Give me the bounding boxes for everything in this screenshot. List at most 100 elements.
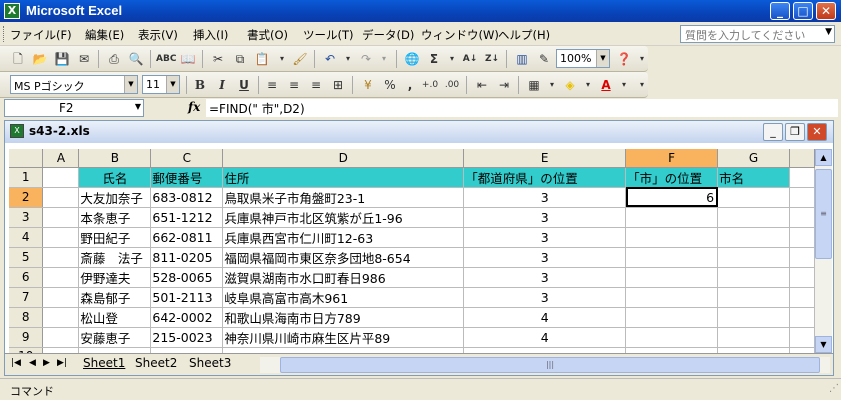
autosum-dropdown-icon[interactable]: ▾ <box>442 49 462 69</box>
cell-g2[interactable] <box>717 187 790 208</box>
toolbar-options-icon[interactable]: ▾ <box>632 49 652 69</box>
cell-g8[interactable] <box>717 307 790 328</box>
workbook-close-button[interactable]: ✕ <box>807 123 827 141</box>
cell-b2[interactable]: 大友加奈子 <box>78 187 152 208</box>
cell-c7[interactable]: 501-2113 <box>150 287 224 308</box>
scroll-up-icon[interactable]: ▲ <box>815 149 832 166</box>
cell-c8[interactable]: 642-0002 <box>150 307 224 328</box>
cell-a8[interactable] <box>42 307 80 328</box>
chevron-down-icon[interactable]: ▼ <box>124 76 137 93</box>
column-header-b[interactable]: B <box>78 149 152 168</box>
align-right-icon[interactable]: ≡ <box>306 75 326 95</box>
cell-a7[interactable] <box>42 287 80 308</box>
cell-g5[interactable] <box>717 247 790 268</box>
row-header[interactable]: 7 <box>9 287 44 308</box>
prev-sheet-icon[interactable]: ◀ <box>29 358 36 368</box>
percent-icon[interactable]: % <box>380 75 400 95</box>
fx-icon[interactable]: fx <box>188 100 200 114</box>
cell-c6[interactable]: 528-0065 <box>150 267 224 288</box>
help-icon[interactable]: ❓ <box>614 49 634 69</box>
format-painter-icon[interactable]: 🖌 <box>290 49 310 69</box>
cell-e8[interactable]: 4 <box>463 307 627 328</box>
sheet-tab-1[interactable]: Sheet1 <box>83 356 125 370</box>
align-left-icon[interactable]: ≡ <box>262 75 282 95</box>
chart-wizard-icon[interactable]: ▥ <box>512 49 532 69</box>
fill-color-icon[interactable]: ◈ <box>560 75 580 95</box>
borders-dropdown-icon[interactable]: ▾ <box>542 75 562 95</box>
cell-a3[interactable] <box>42 207 80 228</box>
cell-b3[interactable]: 本条恵子 <box>78 207 152 228</box>
paste-icon[interactable]: 📋 <box>252 49 272 69</box>
cell-f1[interactable]: 「市」の位置 <box>625 167 719 188</box>
chevron-down-icon[interactable]: ▼ <box>596 50 609 67</box>
fill-color-dropdown-icon[interactable]: ▾ <box>578 75 598 95</box>
menu-window[interactable]: ウィンドウ(W) <box>421 27 499 43</box>
cell-f4[interactable] <box>625 227 719 248</box>
cell-d1[interactable]: 住所 <box>222 167 465 188</box>
cell-b8[interactable]: 松山登 <box>78 307 152 328</box>
cell-c3[interactable]: 651-1212 <box>150 207 224 228</box>
redo-icon[interactable]: ↷ <box>356 49 376 69</box>
increase-decimal-icon[interactable]: +.0 <box>420 75 440 95</box>
last-sheet-icon[interactable]: ▶| <box>57 358 67 368</box>
cell-f5[interactable] <box>625 247 719 268</box>
cell-d5[interactable]: 福岡県福岡市東区奈多団地8-654 <box>222 247 465 268</box>
cell-d3[interactable]: 兵庫県神戸市北区筑紫が丘1-96 <box>222 207 465 228</box>
cell-e9[interactable]: 4 <box>463 327 627 348</box>
cell-e2[interactable]: 3 <box>463 187 627 208</box>
cut-icon[interactable]: ✂ <box>208 49 228 69</box>
cell-g6[interactable] <box>717 267 790 288</box>
cell-a4[interactable] <box>42 227 80 248</box>
cell-d8[interactable]: 和歌山県海南市日方789 <box>222 307 465 328</box>
autosum-icon[interactable]: Σ <box>424 49 444 69</box>
chevron-down-icon[interactable]: ▼ <box>166 76 179 93</box>
next-sheet-icon[interactable]: ▶ <box>43 358 50 368</box>
cell-c4[interactable]: 662-0811 <box>150 227 224 248</box>
comma-style-icon[interactable]: , <box>400 75 420 95</box>
select-all-corner[interactable] <box>9 149 44 168</box>
cell-b1[interactable]: 氏名 <box>78 167 152 188</box>
bold-icon[interactable]: B <box>190 75 210 95</box>
cell-d6[interactable]: 滋賀県湖南市水口町春日986 <box>222 267 465 288</box>
row-header[interactable]: 2 <box>9 187 44 208</box>
cell-f2[interactable]: 6 <box>625 187 719 208</box>
permission-icon[interactable]: ✉ <box>74 49 94 69</box>
cell-g4[interactable] <box>717 227 790 248</box>
menu-view[interactable]: 表示(V) <box>138 27 178 43</box>
cell-e5[interactable]: 3 <box>463 247 627 268</box>
cell-c9[interactable]: 215-0023 <box>150 327 224 348</box>
horizontal-scroll-thumb[interactable]: ||| <box>280 357 820 373</box>
row-header[interactable]: 8 <box>9 307 44 328</box>
spreadsheet-grid[interactable]: A B C D E F G 1 氏名 郵便番号 住所 「都道府県」の位置 「市」の位置 市名 2 大友加奈子 6… <box>9 149 815 353</box>
menu-format[interactable]: 書式(O) <box>247 27 288 43</box>
horizontal-scrollbar[interactable]: ||| <box>260 357 830 373</box>
workbook-restore-button[interactable]: ❐ <box>785 123 805 141</box>
open-folder-icon[interactable]: 📂 <box>30 49 50 69</box>
toolbar-options-icon[interactable]: ▾ <box>632 75 652 95</box>
cell-g1[interactable]: 市名 <box>717 167 790 188</box>
save-icon[interactable]: 💾 <box>52 49 72 69</box>
menu-insert[interactable]: 挿入(I) <box>193 27 228 43</box>
merge-center-icon[interactable]: ⊞ <box>328 75 348 95</box>
cell-a9[interactable] <box>42 327 80 348</box>
row-header[interactable]: 5 <box>9 247 44 268</box>
column-header-d[interactable]: D <box>222 149 465 168</box>
row-header[interactable]: 1 <box>9 167 44 188</box>
zoom-combo[interactable]: 100% ▼ <box>556 49 610 68</box>
decrease-decimal-icon[interactable]: .00 <box>442 75 462 95</box>
sheet-tab-2[interactable]: Sheet2 <box>135 356 177 370</box>
print-icon[interactable]: ⎙ <box>104 49 124 69</box>
research-icon[interactable]: 📖 <box>178 49 198 69</box>
cell-b5[interactable]: 斎藤 法子 <box>78 247 152 268</box>
cell-f9[interactable] <box>625 327 719 348</box>
print-preview-icon[interactable]: 🔍 <box>126 49 146 69</box>
workbook-minimize-button[interactable]: _ <box>763 123 783 141</box>
column-header-e[interactable]: E <box>463 149 627 168</box>
cell-g7[interactable] <box>717 287 790 308</box>
sheet-tab-3[interactable]: Sheet3 <box>189 356 231 370</box>
cell-f8[interactable] <box>625 307 719 328</box>
currency-icon[interactable]: ¥ <box>358 75 378 95</box>
column-header-g[interactable]: G <box>717 149 790 168</box>
new-document-icon[interactable]: 🗋 <box>8 49 28 69</box>
chevron-down-icon[interactable]: ▼ <box>825 27 832 37</box>
